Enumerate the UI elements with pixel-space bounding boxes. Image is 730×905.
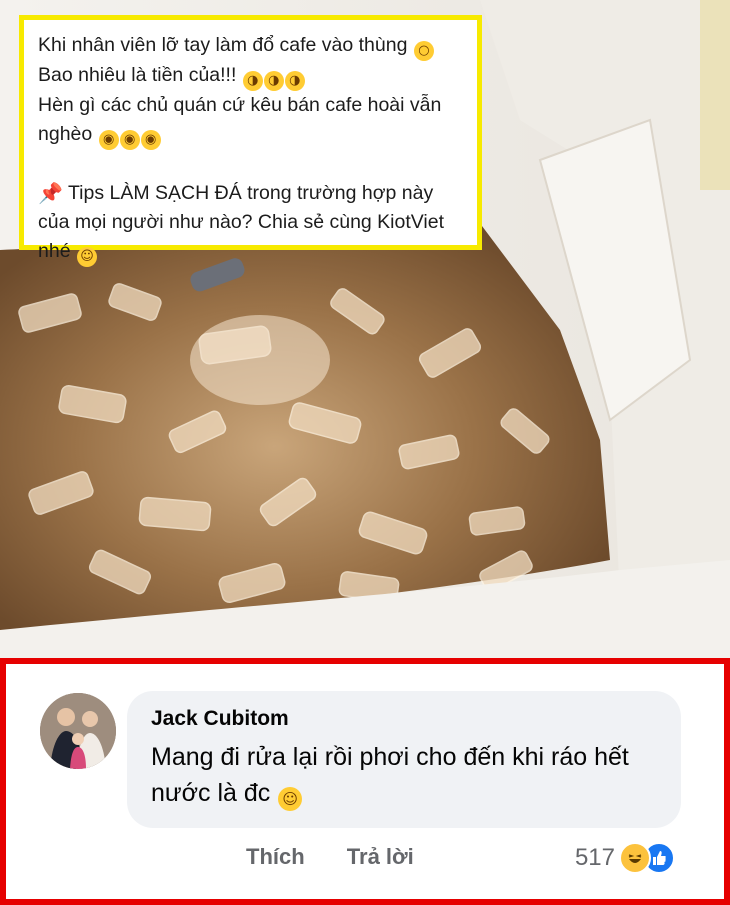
rolling-eyes-emoji-icon: ◉: [98, 130, 119, 150]
tip-line: của mọi người như nào? Chia sẻ cùng Kiot…: [38, 211, 445, 233]
caption-line: Bao nhiêu là tiền của!!! ◑ ◑ ◑: [38, 61, 463, 91]
reaction-summary[interactable]: 517: [575, 842, 675, 874]
reply-button[interactable]: Trả lời: [347, 844, 414, 869]
loudly-crying-face-emoji-icon: ◑: [284, 71, 305, 91]
tip-line: nhé ☺: [38, 237, 463, 267]
loudly-crying-face-emoji-icon: ◑: [242, 71, 263, 91]
screaming-face-emoji-icon: ○: [413, 41, 434, 61]
comment-author[interactable]: Jack Cubitom: [151, 707, 659, 731]
haha-reaction-icon: [619, 842, 651, 874]
caption-line: Hèn gì các chủ quán cứ kêu bán cafe hoài…: [38, 94, 442, 116]
winking-face-emoji-icon: ☺: [76, 247, 97, 267]
post-caption: Khi nhân viên lỡ tay làm đổ cafe vào thù…: [19, 15, 482, 267]
user-avatar-icon: [40, 693, 116, 769]
comment-actions: Thích Trả lời: [246, 844, 450, 870]
rolling-on-floor-laughing-emoji-icon: ☺: [278, 787, 303, 811]
tip-line: 📌 Tips LÀM SẠCH ĐÁ trong trường hợp này: [38, 181, 434, 205]
rolling-eyes-emoji-icon: ◉: [119, 130, 140, 150]
rolling-eyes-emoji-icon: ◉: [140, 130, 161, 150]
comment-panel: Jack Cubitom Mang đi rửa lại rồi phơi ch…: [0, 658, 730, 905]
avatar[interactable]: [40, 693, 116, 769]
loudly-crying-face-emoji-icon: ◑: [263, 71, 284, 91]
caption-line: Khi nhân viên lỡ tay làm đổ cafe vào thù…: [38, 31, 463, 61]
reaction-count: 517: [574, 844, 615, 871]
pushpin-emoji-icon: 📌: [38, 181, 63, 205]
comment-body: Mang đi rửa lại rồi phơi cho đến khi ráo…: [151, 739, 651, 811]
caption-line: nghèo ◉ ◉ ◉: [38, 120, 463, 150]
post-photo: Khi nhân viên lỡ tay làm đổ cafe vào thù…: [0, 0, 730, 658]
like-button[interactable]: Thích: [246, 844, 305, 869]
comment-bubble: Jack Cubitom Mang đi rửa lại rồi phơi ch…: [127, 691, 681, 828]
